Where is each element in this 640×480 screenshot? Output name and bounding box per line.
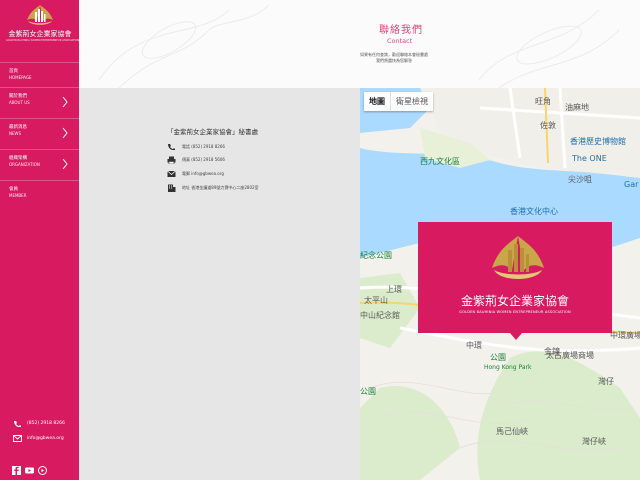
map-info-window[interactable]: 金紫荊女企業家協會 GOLDEN BAUHINIA WOMEN ENTREPRE… — [418, 222, 612, 340]
office-email: 電郵 info@gbwea.org — [167, 170, 224, 178]
bauhinia-logo-icon — [27, 5, 53, 25]
office-info-panel: 「金紫荊女企業家協會」秘書處 電話 (852) 2918 8266 傳真 (85… — [79, 88, 360, 480]
fax-icon — [167, 156, 176, 164]
contact-header: 聯絡我們 Contact 如果有任何查詢，歡迎聯絡本會秘書處 我們將盡快為您解答 — [79, 0, 640, 88]
map-label: 油麻地 — [565, 103, 589, 112]
sidebar-item-sublabel: MEMBER — [9, 193, 27, 198]
chevron-right-icon[interactable] — [61, 96, 69, 108]
location-map[interactable]: 地圖 衛星檢視 旺角 油麻地 佐敦 香港歷史博物館 The ONE 西九文化區 … — [360, 88, 640, 480]
map-label: 中環廣場 — [610, 331, 640, 340]
info-window-title: 金紫荊女企業家協會 — [460, 294, 569, 308]
map-label: 太平山 — [364, 296, 388, 305]
map-label: 灣仔峽 — [582, 437, 606, 446]
sidebar-nav: 首頁 HOMEPAGE 關於我們 ABOUT US 最新消息 NEWS 組織架構… — [0, 62, 79, 212]
info-window-subtitle: GOLDEN BAUHINIA WOMEN ENTREPRENEUR ASSOC… — [459, 310, 571, 314]
site-logo[interactable]: 金紫荊女企業家協會 GOLDEN BAUHINIA WOMEN ENTREPRE… — [6, 4, 80, 44]
tab-map[interactable]: 地圖 — [364, 92, 390, 111]
office-title: 「金紫荊女企業家協會」秘書處 — [167, 128, 258, 136]
office-address-text: 地址 香港金鐘道89號力寶中心二座2802室 — [182, 185, 259, 190]
mail-icon — [13, 435, 22, 442]
sidebar-email[interactable]: info@gbwea.org — [13, 435, 73, 442]
office-fax: 傳真 (852) 2918 5606 — [167, 156, 225, 164]
office-phone-text[interactable]: 電話 (852) 2918 8266 — [182, 144, 225, 150]
sidebar-phone-text: (852) 2918 8266 — [27, 421, 65, 426]
map-label: 上環 — [386, 285, 402, 294]
map-label: 馬己仙峽 — [496, 427, 528, 436]
map-label: 公園 — [490, 353, 506, 362]
sidebar-phone[interactable]: (852) 2918 8266 — [13, 420, 73, 427]
map-label: 香港文化中心 — [510, 207, 558, 216]
map-label: 灣仔 — [598, 377, 614, 386]
logo-title: 金紫荊女企業家協會 — [8, 30, 72, 38]
mail-icon — [167, 170, 176, 177]
map-label: 太古廣場商場 — [546, 351, 594, 360]
sidebar-item-about-us[interactable]: 關於我們 ABOUT US — [0, 88, 79, 119]
map-label: 紀念公園 — [360, 251, 392, 260]
bauhinia-logo-icon — [492, 236, 544, 279]
office-address: 地址 香港金鐘道89號力寶中心二座2802室 — [167, 184, 259, 192]
youtube-icon[interactable] — [25, 460, 34, 474]
sidebar-email-text: info@gbwea.org — [27, 436, 64, 441]
map-type-tabs: 地圖 衛星檢視 — [364, 92, 433, 111]
sidebar: 金紫荊女企業家協會 GOLDEN BAUHINIA WOMEN ENTREPRE… — [0, 0, 79, 480]
intro-text: 如果有任何查詢，歡迎聯絡本會秘書處 我們將盡快為您解答 — [339, 52, 449, 64]
phone-icon — [14, 421, 21, 427]
chevron-right-icon[interactable] — [61, 158, 69, 170]
social-links — [12, 460, 51, 475]
sidebar-item-news[interactable]: 最新消息 NEWS — [0, 119, 79, 150]
map-label: 中山紀念館 — [360, 311, 400, 320]
sidebar-item-sublabel: HOMEPAGE — [9, 75, 32, 80]
map-label: 西九文化區 — [420, 157, 460, 166]
chevron-right-icon[interactable] — [61, 127, 69, 139]
building-icon — [168, 184, 176, 192]
facebook-icon[interactable] — [12, 460, 21, 475]
map-label: 佐敦 — [540, 121, 556, 130]
tab-satellite[interactable]: 衛星檢視 — [390, 92, 433, 111]
page-title: 聯絡我們 — [379, 25, 423, 36]
intro-line: 我們將盡快為您解答 — [376, 58, 412, 63]
map-label: 旺角 — [535, 97, 551, 106]
office-fax-text: 傳真 (852) 2918 5606 — [182, 157, 225, 162]
play-icon[interactable] — [38, 460, 47, 475]
office-email-text[interactable]: 電郵 info@gbwea.org — [182, 171, 224, 177]
office-phone: 電話 (852) 2918 8266 — [167, 143, 225, 151]
sidebar-item-homepage[interactable]: 首頁 HOMEPAGE — [0, 62, 79, 88]
map-label: 香港歷史博物館 — [570, 137, 626, 146]
map-label: The ONE — [572, 154, 607, 163]
phone-icon — [168, 144, 175, 150]
sidebar-item-organization[interactable]: 組織架構 ORGANIZATION — [0, 150, 79, 181]
map-label: 中環 — [466, 341, 482, 350]
floral-background — [98, 4, 620, 88]
page-subtitle: Contact — [387, 37, 413, 45]
map-label: 公園 — [360, 387, 376, 396]
map-label: Gar — [624, 180, 639, 189]
map-label: Hong Kong Park — [484, 364, 532, 371]
logo-subtitle: GOLDEN BAUHINIA WOMEN ENTREPRENEUR ASSOC… — [6, 39, 80, 42]
map-label: 尖沙咀 — [568, 175, 592, 184]
sidebar-item-member[interactable]: 會員 MEMBER — [0, 181, 79, 212]
